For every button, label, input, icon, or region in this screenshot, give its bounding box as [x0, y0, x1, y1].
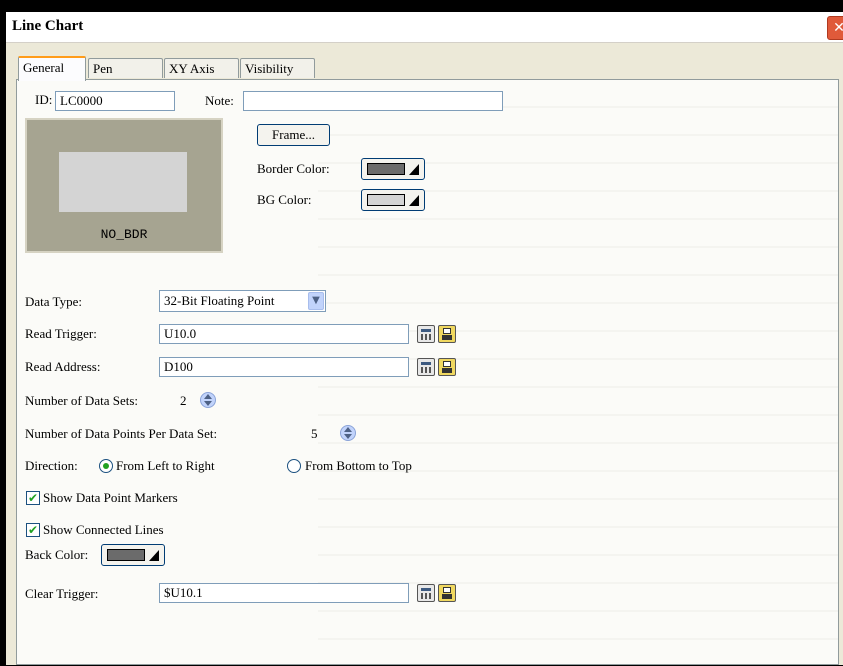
clear-trigger-field[interactable]: $U10.1 — [159, 583, 409, 603]
general-panel: ID: LC0000 Note: NO_BDR Frame... Border … — [16, 79, 839, 666]
direction-bottom-to-top-label[interactable]: From Bottom to Top — [305, 458, 412, 474]
num-data-sets-value[interactable]: 2 — [180, 393, 187, 409]
direction-left-to-right-label[interactable]: From Left to Right — [116, 458, 215, 474]
border-color-swatch — [367, 163, 405, 175]
data-type-label: Data Type: — [25, 294, 82, 309]
bg-color-swatch — [367, 194, 405, 206]
back-color-swatch — [107, 549, 145, 561]
num-data-sets-spinner-icon[interactable] — [200, 392, 216, 408]
address-tag-icon[interactable] — [438, 358, 456, 376]
dropdown-arrow-icon — [409, 195, 419, 206]
close-icon[interactable]: ✕ — [827, 16, 843, 40]
back-color-picker[interactable] — [101, 544, 165, 566]
dropdown-arrow-icon — [409, 164, 419, 175]
frame-preview: NO_BDR — [25, 118, 223, 253]
direction-left-to-right-radio[interactable] — [99, 459, 113, 473]
show-lines-checkbox[interactable]: ✔ — [26, 523, 40, 537]
keypad-icon[interactable] — [417, 325, 435, 343]
points-per-set-label: Number of Data Points Per Data Set: — [25, 426, 218, 441]
read-address-field[interactable]: D100 — [159, 357, 409, 377]
read-trigger-label: Read Trigger: — [25, 326, 97, 341]
data-type-select[interactable]: 32-Bit Floating Point ▼ — [159, 290, 326, 312]
show-lines-label[interactable]: Show Connected Lines — [43, 522, 164, 538]
bg-color-label: BG Color: — [257, 192, 312, 207]
preview-inner-area — [59, 152, 187, 212]
title-bar: Line Chart ✕ — [6, 12, 843, 43]
points-per-set-spinner-icon[interactable] — [340, 425, 356, 441]
back-color-label: Back Color: — [25, 547, 89, 562]
tab-general[interactable]: General — [18, 56, 86, 81]
direction-bottom-to-top-radio[interactable] — [287, 459, 301, 473]
tab-visibility[interactable]: Visibility — [240, 58, 315, 78]
direction-label: Direction: — [25, 458, 78, 473]
tab-pen[interactable]: Pen — [88, 58, 163, 78]
bg-color-picker[interactable] — [361, 189, 425, 211]
note-label: Note: — [205, 93, 234, 108]
address-tag-icon[interactable] — [438, 584, 456, 602]
keypad-icon[interactable] — [417, 584, 435, 602]
clear-trigger-label: Clear Trigger: — [25, 586, 99, 601]
tab-xy-axis[interactable]: XY Axis — [164, 58, 239, 78]
dropdown-arrow-icon — [149, 550, 159, 561]
read-address-label: Read Address: — [25, 359, 101, 374]
show-markers-label[interactable]: Show Data Point Markers — [43, 490, 178, 506]
address-tag-icon[interactable] — [438, 325, 456, 343]
dialog-title: Line Chart — [12, 18, 84, 34]
border-color-picker[interactable] — [361, 158, 425, 180]
id-label: ID: — [35, 92, 53, 107]
border-color-label: Border Color: — [257, 161, 330, 176]
id-field[interactable]: LC0000 — [55, 91, 175, 111]
frame-button[interactable]: Frame... — [257, 124, 330, 146]
data-type-value: 32-Bit Floating Point — [164, 293, 275, 308]
keypad-icon[interactable] — [417, 358, 435, 376]
note-field[interactable] — [243, 91, 503, 111]
points-per-set-value[interactable]: 5 — [311, 426, 318, 442]
show-markers-checkbox[interactable]: ✔ — [26, 491, 40, 505]
line-chart-dialog: Line Chart ✕ General Pen XY Axis Visibil… — [6, 12, 843, 666]
read-trigger-field[interactable]: U10.0 — [159, 324, 409, 344]
chevron-down-icon[interactable]: ▼ — [308, 292, 324, 310]
num-data-sets-label: Number of Data Sets: — [25, 393, 139, 408]
preview-caption: NO_BDR — [100, 227, 148, 242]
